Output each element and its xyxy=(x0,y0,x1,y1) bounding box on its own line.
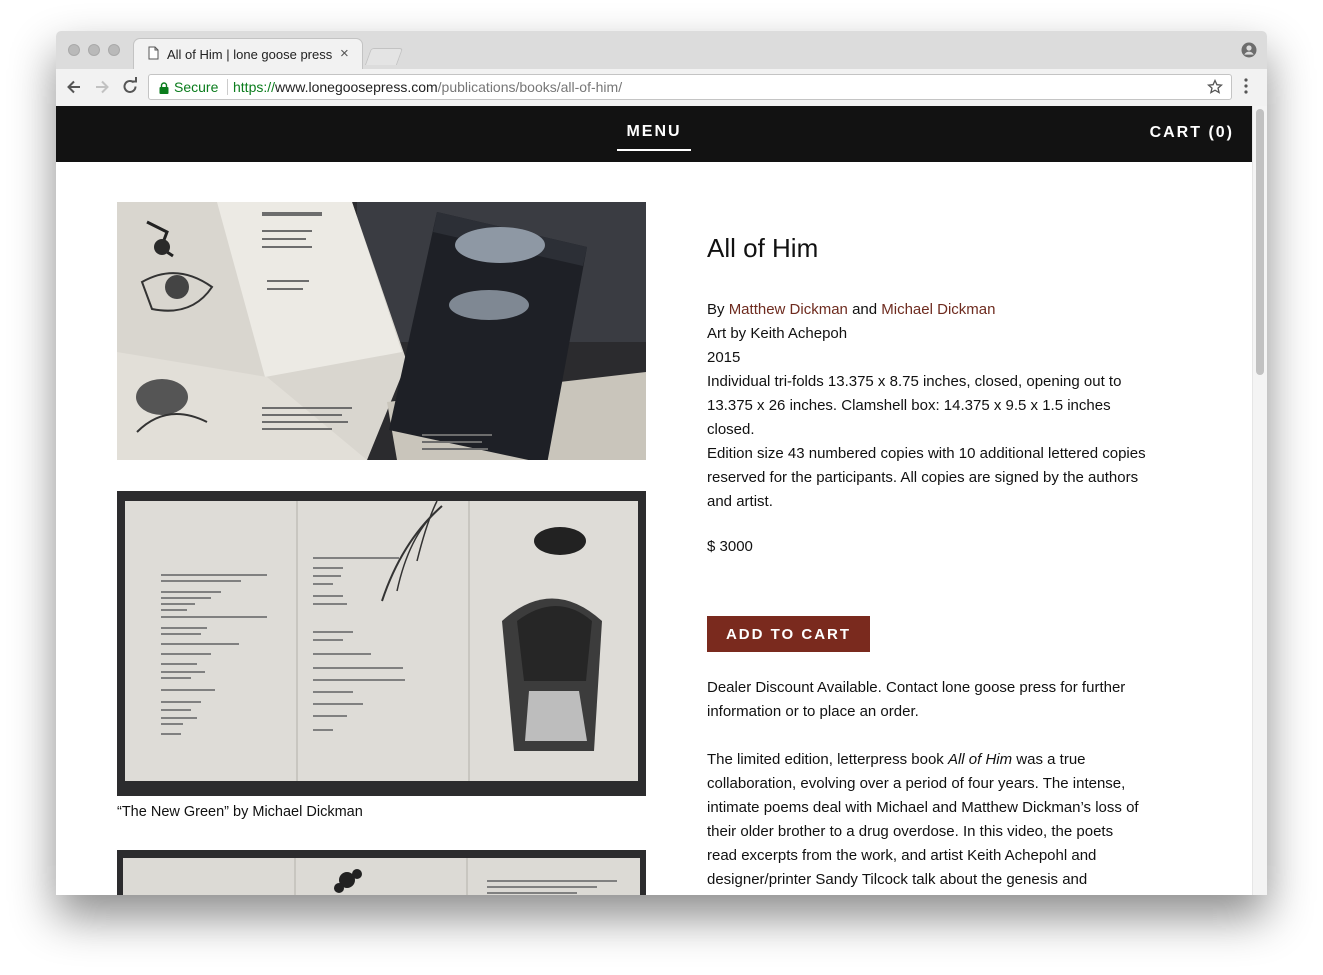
close-window-button[interactable] xyxy=(68,44,80,56)
page-icon xyxy=(148,46,159,65)
author-link-matthew[interactable]: Matthew Dickman xyxy=(729,301,848,318)
gallery-image-1[interactable] xyxy=(117,202,646,460)
scrollbar-thumb[interactable] xyxy=(1256,109,1264,375)
product-meta: By Matthew Dickman and Michael Dickman A… xyxy=(707,298,1157,514)
profile-icon[interactable] xyxy=(1241,42,1257,63)
secure-label: Secure xyxy=(174,79,219,95)
reload-icon[interactable] xyxy=(120,77,140,97)
tab-close-icon[interactable]: × xyxy=(340,45,349,62)
forward-arrow-icon[interactable] xyxy=(92,77,112,97)
product-title: All of Him xyxy=(707,233,819,263)
minimize-window-button[interactable] xyxy=(88,44,100,56)
address-bar[interactable]: Secure https://www.lonegoosepress.com/pu… xyxy=(148,74,1232,100)
gallery-image-3[interactable] xyxy=(117,850,646,895)
cart-link[interactable]: CART (0) xyxy=(1150,124,1234,142)
browser-toolbar: Secure https://www.lonegoosepress.com/pu… xyxy=(56,69,1267,107)
bookmark-star-icon[interactable] xyxy=(1206,78,1224,100)
new-tab-button[interactable] xyxy=(364,48,404,65)
dealer-note: Dealer Discount Available. Contact lone … xyxy=(707,679,1126,720)
product-price: $ 3000 xyxy=(707,538,753,555)
tab-title: All of Him | lone goose press xyxy=(167,47,333,62)
and-word: and xyxy=(852,301,878,318)
zoom-window-button[interactable] xyxy=(108,44,120,56)
product-description: The limited edition, letterpress book Al… xyxy=(707,748,1147,895)
url-host: www.lonegoosepress.com xyxy=(275,79,438,95)
url-scheme: https:// xyxy=(233,79,276,95)
description-after: was a true collaboration, evolving over … xyxy=(707,751,1139,888)
tab-strip: All of Him | lone goose press × xyxy=(56,31,1267,69)
edition-info: Edition size 43 numbered copies with 10 … xyxy=(707,445,1146,510)
menu-link[interactable]: MENU xyxy=(617,123,691,151)
art-credit: Art by Keith Achepoh xyxy=(707,325,848,342)
divider xyxy=(227,79,228,95)
browser-window: All of Him | lone goose press × Secure h… xyxy=(56,31,1267,895)
description-book-title: All of Him xyxy=(947,751,1013,768)
back-arrow-icon[interactable] xyxy=(64,77,84,97)
publication-year: 2015 xyxy=(707,349,741,366)
gallery-image-2[interactable] xyxy=(117,491,646,796)
authors-line: By Matthew Dickman and Michael Dickman xyxy=(707,298,1157,322)
browser-tab-active[interactable]: All of Him | lone goose press × xyxy=(134,39,362,69)
site-header: MENU CART (0) xyxy=(56,106,1252,162)
add-to-cart-button[interactable]: ADD TO CART xyxy=(707,616,870,652)
lock-icon xyxy=(159,81,169,99)
scrollbar[interactable] xyxy=(1252,106,1267,895)
by-prefix: By xyxy=(707,301,725,318)
url-path: /publications/books/all-of-him/ xyxy=(437,79,623,95)
image-caption: “The New Green” by Michael Dickman xyxy=(117,804,363,820)
more-menu-icon[interactable] xyxy=(1244,78,1248,99)
page-viewport: MENU CART (0) “The New Green” by Michael… xyxy=(56,106,1267,895)
url-text[interactable]: https://www.lonegoosepress.com/publicati… xyxy=(233,79,622,95)
author-link-michael[interactable]: Michael Dickman xyxy=(881,301,995,318)
dimensions: Individual tri-folds 13.375 x 8.75 inche… xyxy=(707,373,1122,438)
description-before: The limited edition, letterpress book xyxy=(707,751,948,768)
